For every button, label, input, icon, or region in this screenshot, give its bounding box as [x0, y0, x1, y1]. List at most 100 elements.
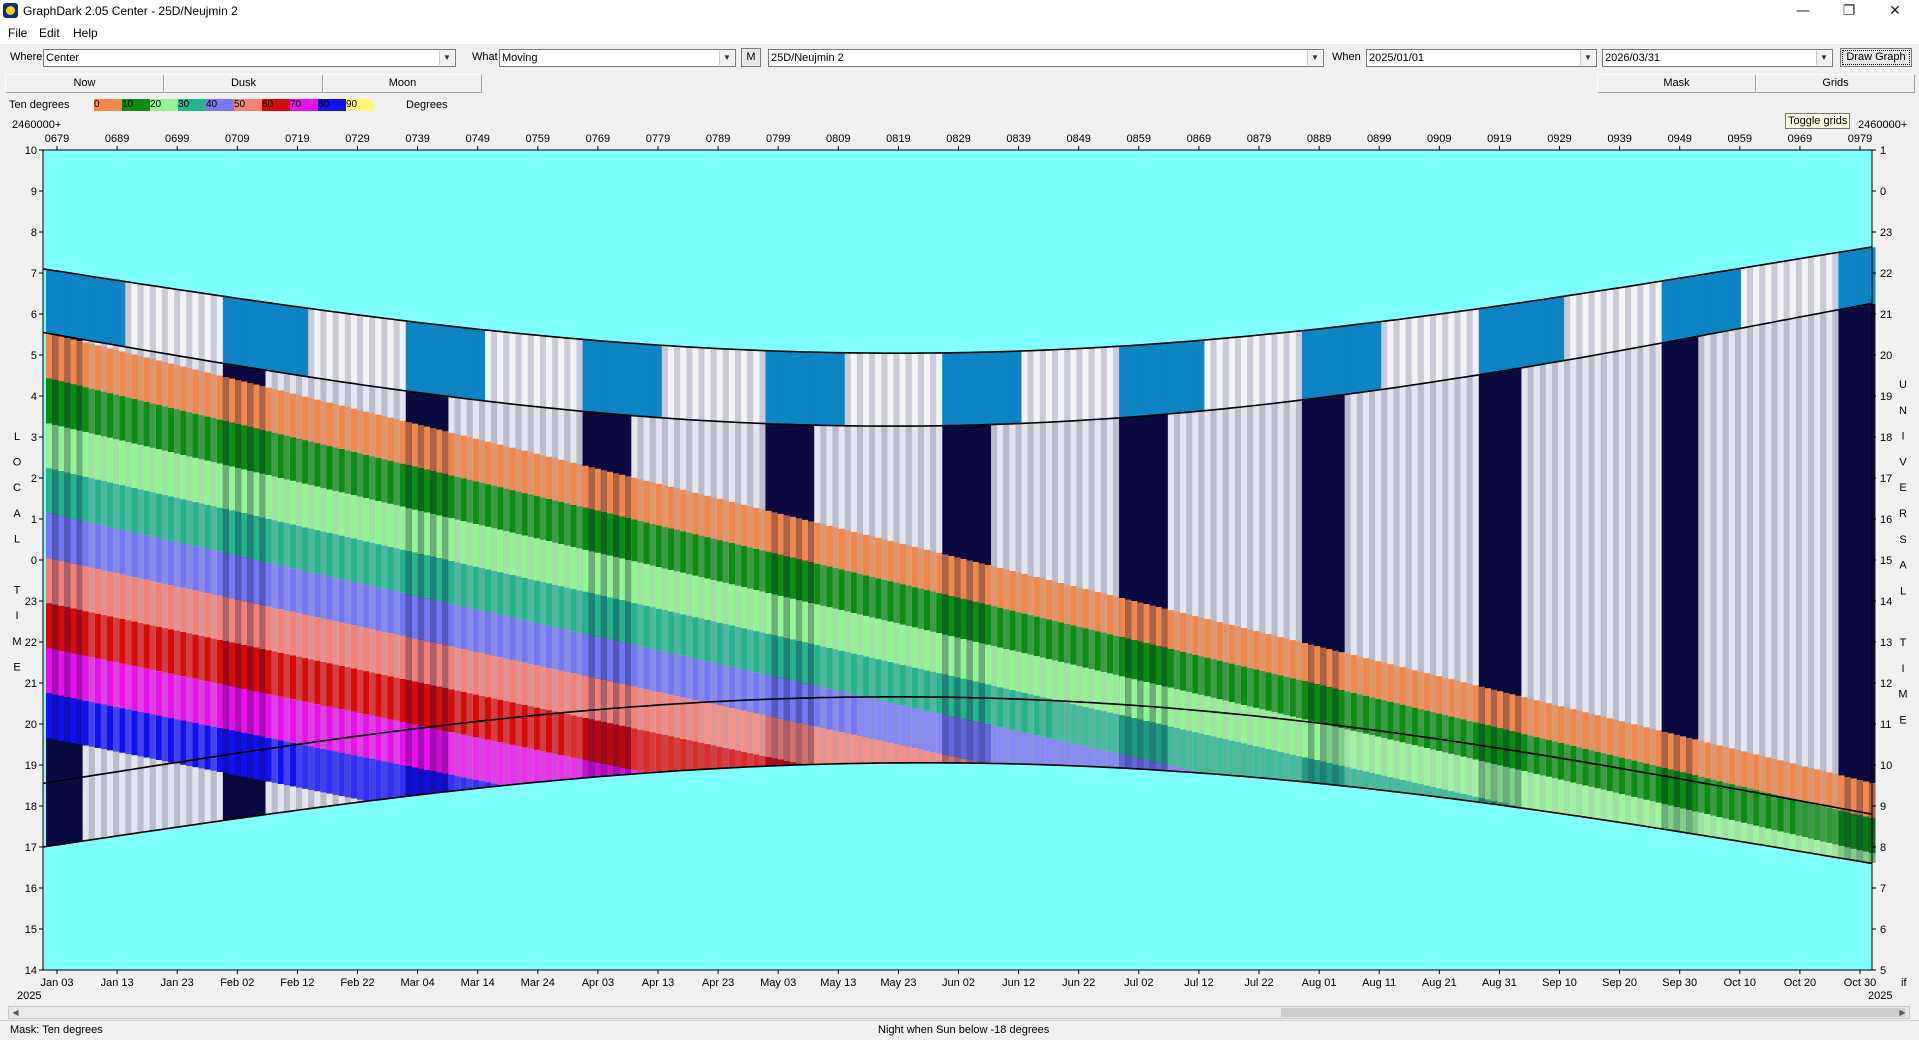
- scroll-left-icon[interactable]: ◀: [9, 1007, 22, 1018]
- universal-time-letter: R: [1899, 508, 1907, 520]
- right-tick-label: 18: [1880, 432, 1892, 444]
- left-tick-label: 3: [31, 432, 37, 444]
- date-tick-label: May 23: [880, 977, 916, 989]
- date-tick-label: Sep 30: [1662, 977, 1697, 989]
- date-tick-label: Sep 20: [1602, 977, 1637, 989]
- date-tick-label: Mar 14: [461, 977, 495, 989]
- draw-graph-button[interactable]: Draw Graph: [1840, 48, 1912, 67]
- legend-swatch-label: 30: [178, 99, 190, 110]
- where-select[interactable]: Center ▼: [43, 49, 456, 67]
- mask-button[interactable]: Mask: [1597, 74, 1756, 93]
- jd-tick-label: 0889: [1307, 133, 1331, 145]
- universal-time-letter: S: [1899, 534, 1906, 546]
- when-label: When: [1332, 51, 1361, 63]
- maximize-button[interactable]: ❐: [1826, 0, 1872, 22]
- close-button[interactable]: ✕: [1872, 0, 1918, 22]
- universal-time-letter: I: [1901, 663, 1904, 675]
- jd-tick-label: 0929: [1547, 133, 1571, 145]
- horizontal-scrollbar[interactable]: ◀ ▶: [8, 1006, 1910, 1019]
- grids-button[interactable]: Grids: [1756, 74, 1915, 93]
- jd-tick-label: 0709: [225, 133, 249, 145]
- what-select[interactable]: Moving ▼: [499, 49, 736, 67]
- left-tick-label: 22: [25, 637, 37, 649]
- start-date-select[interactable]: 2025/01/01 ▼: [1366, 49, 1597, 67]
- scroll-thumb[interactable]: [1281, 1008, 1905, 1017]
- dusk-button[interactable]: Dusk: [164, 74, 323, 93]
- universal-time-letter: E: [1899, 714, 1906, 726]
- universal-time-letter: E: [1899, 482, 1906, 494]
- right-bottom-mark: if: [1901, 977, 1907, 989]
- jd-tick-label: 0679: [45, 133, 69, 145]
- right-tick-label: 11: [1880, 719, 1891, 731]
- status-bar: Mask: Ten degrees Night when Sun below -…: [0, 1020, 1919, 1040]
- date-tick-label: Feb 22: [340, 977, 374, 989]
- legend-swatch: 60: [262, 99, 290, 111]
- local-time-letter: L: [14, 431, 20, 443]
- menu-edit[interactable]: Edit: [39, 26, 60, 40]
- date-tick-label: Jan 13: [101, 977, 134, 989]
- chevron-down-icon: ▼: [1816, 51, 1831, 65]
- app-icon: [3, 3, 18, 18]
- status-mask: Mask: Ten degrees: [10, 1024, 103, 1036]
- where-label: Where: [10, 51, 43, 63]
- now-button[interactable]: Now: [5, 74, 164, 93]
- legend-swatch: 20: [150, 99, 178, 111]
- jd-tick-label: 0819: [886, 133, 910, 145]
- legend-swatch: 50: [234, 99, 262, 111]
- right-tick-label: 20: [1880, 350, 1892, 362]
- window-title: GraphDark 2.05 Center - 25D/Neujmin 2: [23, 4, 238, 18]
- universal-time-letter: U: [1899, 379, 1907, 391]
- jd-tick-label: 0699: [165, 133, 189, 145]
- jd-tick-label: 0689: [105, 133, 129, 145]
- date-tick-label: Aug 11: [1362, 977, 1396, 989]
- legend-swatch: 70: [290, 99, 318, 111]
- right-tick-label: 23: [1880, 227, 1892, 239]
- scroll-right-icon[interactable]: ▶: [1896, 1007, 1909, 1018]
- tooltip: Toggle grids: [1785, 113, 1851, 129]
- end-date-select[interactable]: 2026/03/31 ▼: [1602, 49, 1833, 67]
- visibility-graph[interactable]: 2460000+ 2460000+0679 0689 0699 0709 0719 0729…: [0, 114, 1919, 1006]
- right-tick-label: 22: [1880, 268, 1892, 280]
- right-tick-label: 0: [1880, 186, 1886, 198]
- jd-tick-label: 0859: [1127, 133, 1151, 145]
- right-tick-label: 17: [1880, 473, 1892, 485]
- jd-prefix-left: 2460000+: [12, 119, 61, 131]
- jd-tick-label: 0849: [1066, 133, 1090, 145]
- m-button[interactable]: M: [741, 48, 761, 67]
- date-tick-label: Oct 20: [1784, 977, 1816, 989]
- menu-file[interactable]: File: [8, 26, 27, 40]
- jd-tick-label: 0759: [526, 133, 550, 145]
- right-tick-label: 6: [1880, 924, 1886, 936]
- status-night: Night when Sun below -18 degrees: [878, 1024, 1050, 1036]
- local-time-letter: O: [13, 457, 22, 469]
- legend-mode-label: Ten degrees: [9, 99, 70, 111]
- universal-time-letter: N: [1899, 405, 1907, 417]
- menu-help[interactable]: Help: [73, 26, 98, 40]
- date-tick-label: Oct 10: [1724, 977, 1756, 989]
- universal-time-letter: A: [1899, 560, 1907, 572]
- right-tick-label: 12: [1880, 678, 1892, 690]
- date-tick-label: Jun 12: [1002, 977, 1035, 989]
- right-tick-label: 16: [1880, 514, 1892, 526]
- object-select[interactable]: 25D/Neujmin 2 ▼: [768, 49, 1324, 67]
- minimize-button[interactable]: —: [1780, 0, 1826, 22]
- left-tick-label: 2: [31, 473, 37, 485]
- date-tick-label: Apr 23: [702, 977, 734, 989]
- jd-tick-label: 0899: [1367, 133, 1391, 145]
- left-tick-label: 1: [31, 514, 37, 526]
- left-tick-label: 8: [31, 227, 37, 239]
- legend-swatch: 0: [94, 99, 122, 111]
- jd-tick-label: 0919: [1487, 133, 1511, 145]
- left-tick-label: 15: [25, 924, 37, 936]
- left-tick-label: 14: [25, 965, 37, 977]
- date-tick-label: Apr 13: [642, 977, 674, 989]
- left-tick-label: 0: [31, 555, 37, 567]
- right-tick-label: 9: [1880, 801, 1886, 813]
- jd-prefix-right: 2460000+: [1858, 119, 1907, 131]
- left-tick-label: 17: [25, 842, 37, 854]
- legend-swatch-label: 70: [290, 99, 302, 110]
- legend-swatch-label: 20: [150, 99, 162, 110]
- start-date-value: 2025/01/01: [1369, 52, 1425, 64]
- legend-swatch-label: 80: [318, 99, 330, 110]
- moon-button[interactable]: Moon: [323, 74, 482, 93]
